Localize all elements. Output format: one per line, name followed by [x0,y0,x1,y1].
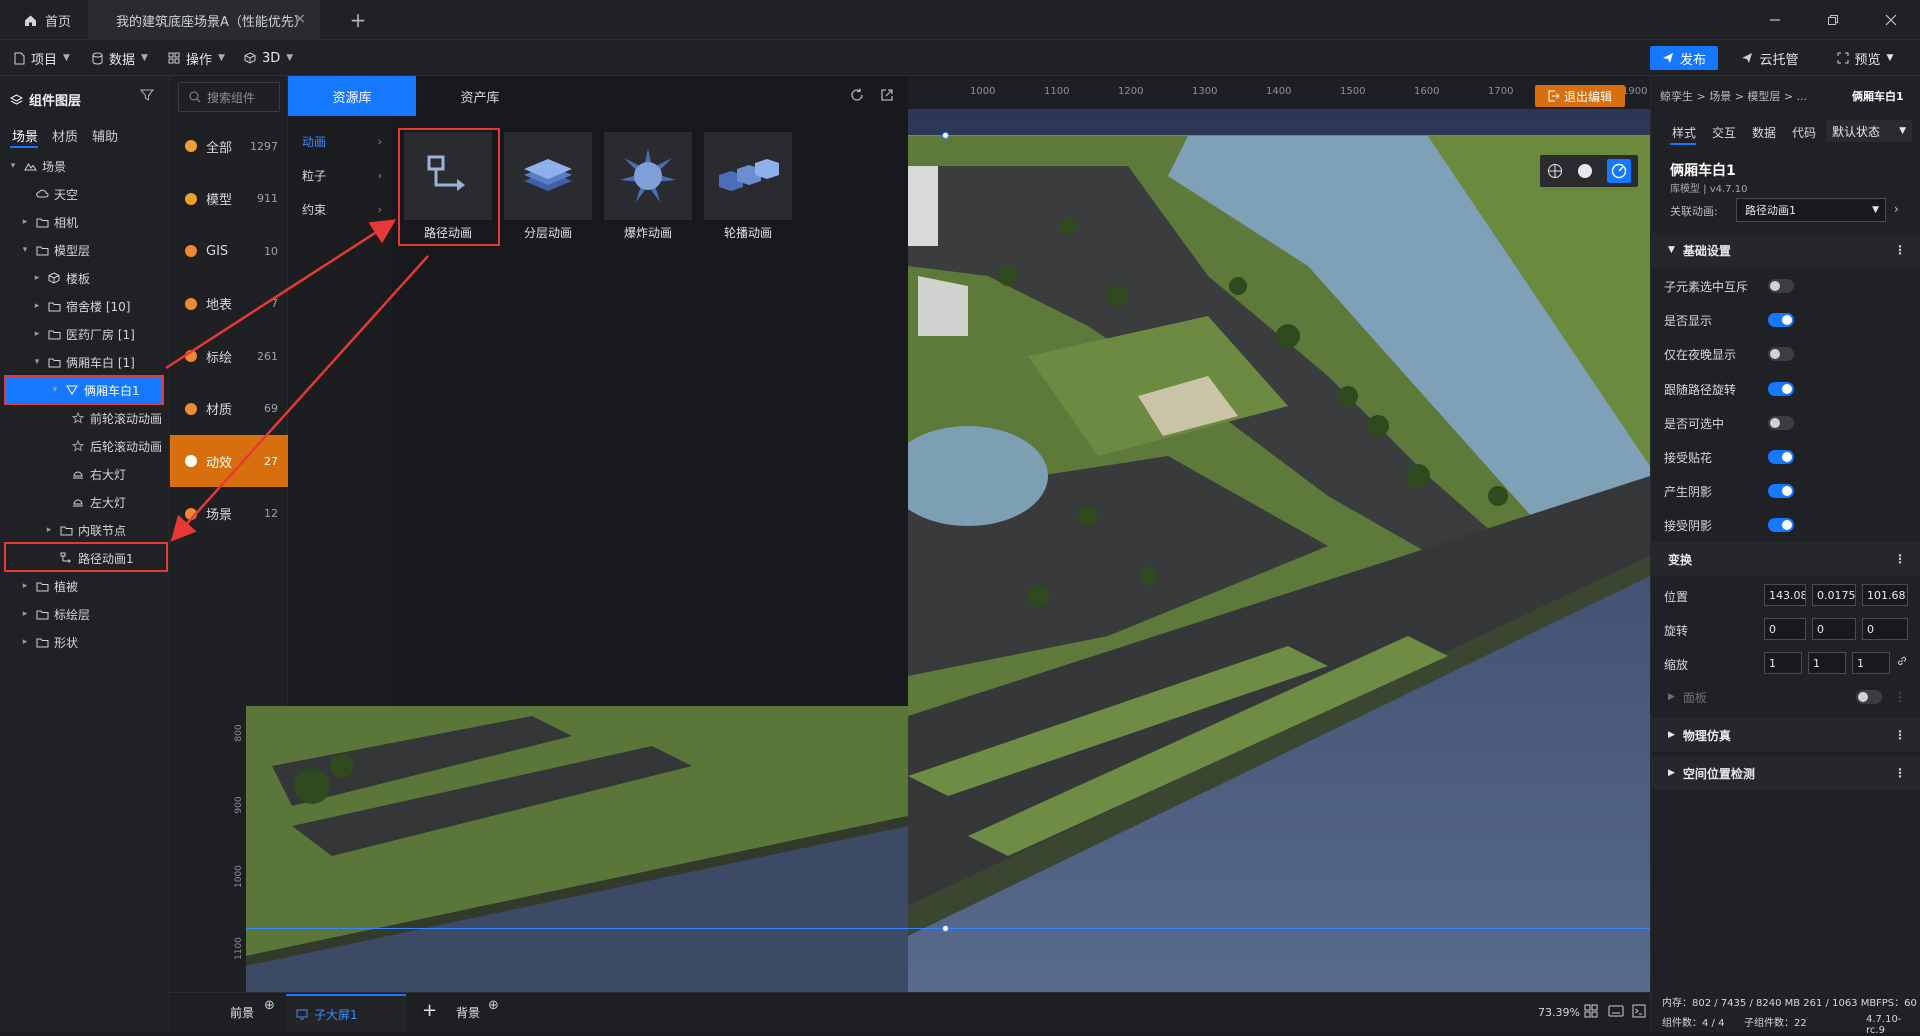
add-background-icon[interactable]: ⊕ [488,998,499,1013]
more-icon[interactable]: ⋮ [1894,690,1906,704]
linked-animation-value: 路径动画1 [1745,204,1796,217]
toggle-label: 子元素选中互斥 [1664,280,1749,294]
more-icon[interactable]: ⋮ [1894,728,1906,742]
rotation-label: 旋转 [1664,624,1689,638]
chevron-right-icon: ▶ [1668,692,1675,702]
chevron-down-icon: ▼ [1668,245,1675,255]
add-screen-button[interactable]: + [422,1000,437,1021]
toggle-label: 接受阴影 [1664,519,1713,534]
status-children: 子组件数：22 [1744,1018,1807,1029]
status-memory: 内存：802 / 7435 / 8240 MB 261 / 1063 MB [1662,998,1877,1009]
toggle-switch[interactable] [1768,518,1794,533]
tab-sub-screen[interactable]: 子大屏1 [286,994,406,1032]
zoom-level: 73.39% [1538,1006,1580,1019]
position-z-input[interactable]: 101.681 [1862,584,1908,606]
scale-y-input[interactable]: 1 [1808,652,1846,674]
toggle-label: 跟随路径旋转 [1664,382,1737,397]
add-foreground-icon[interactable]: ⊕ [264,998,275,1013]
chevron-down-icon: ▼ [1899,126,1906,136]
prop-tab-data[interactable]: 数据 [1752,124,1776,141]
toggle-switch[interactable] [1768,484,1794,499]
chevron-right-icon: ▶ [1668,768,1675,778]
linked-animation-select[interactable]: 路径动画1 ▼ [1736,198,1886,222]
toggle-switch[interactable] [1768,313,1794,328]
section-panel[interactable]: ▶ 面板 ⋮ [1650,680,1920,714]
position-label: 位置 [1664,590,1689,604]
toggle-label: 接受贴花 [1664,451,1713,465]
toggle-label: 是否显示 [1664,314,1713,329]
sub-screen-label: 子大屏1 [314,1007,358,1022]
background-label[interactable]: 背景 [456,1004,480,1021]
toggle-switch[interactable] [1768,450,1794,464]
chevron-down-icon: ▼ [1872,205,1879,215]
position-y-input[interactable]: 0.01750 [1812,584,1856,606]
section-transform-label: 变换 [1668,552,1693,567]
more-icon[interactable]: ⋮ [1894,766,1906,780]
breadcrumb: 鲸孪生 > 场景 > 模型层 > ... [1660,90,1808,103]
section-physics-label: 物理仿真 [1682,728,1731,743]
linked-animation-label: 关联动画: [1670,205,1718,218]
rotation-z-input[interactable]: 0 [1862,618,1908,640]
monitor-icon [296,1009,308,1020]
console-icon[interactable] [1632,1004,1646,1018]
toggle-switch[interactable] [1768,381,1794,396]
toggle-label: 是否可选中 [1664,416,1725,431]
component-title: 俩厢车白1 [1670,163,1736,179]
state-select[interactable]: 默认状态 ▼ [1826,120,1912,142]
annotation-arrows [165,219,429,542]
section-panel-label: 面板 [1682,690,1707,705]
status-fps: FPS：60 [1876,998,1917,1009]
keyboard-icon[interactable] [1608,1005,1624,1017]
section-basic[interactable]: ▼ 基础设置 ⋮ [1650,233,1920,267]
scale-label: 缩放 [1664,658,1689,672]
section-transform[interactable]: 变换 ⋮ [1650,542,1920,576]
toggle-switch[interactable] [1768,415,1794,430]
panel-toggle[interactable] [1856,690,1882,704]
chevron-right-icon: ▶ [1668,730,1675,740]
position-x-input[interactable]: 143.085 [1764,584,1806,606]
scale-z-input[interactable]: 1 [1852,652,1890,674]
selected-name: 俩厢车白1 [1852,90,1904,103]
toggle-switch[interactable] [1768,347,1794,362]
section-spatial[interactable]: ▶ 空间位置检测 ⋮ [1650,756,1920,790]
status-version: 4.7.10-rc.9 [1866,1014,1902,1036]
section-spatial-label: 空间位置检测 [1682,766,1755,781]
toggle-label: 仅在夜晚显示 [1664,348,1737,363]
section-physics[interactable]: ▶ 物理仿真 ⋮ [1650,718,1920,752]
arrow-to-asset [165,219,397,370]
prop-tab-code[interactable]: 代码 [1792,124,1816,141]
more-icon[interactable]: ⋮ [1894,243,1906,257]
toggle-label: 产生阴影 [1664,485,1713,500]
section-basic-label: 基础设置 [1682,243,1731,258]
link-icon[interactable] [1896,655,1908,667]
more-icon[interactable]: ⋮ [1894,552,1906,566]
component-subtitle: 库模型 | v4.7.10 [1670,184,1748,195]
state-select-value: 默认状态 [1832,124,1881,139]
rotation-x-input[interactable]: 0 [1764,618,1806,640]
scale-x-input[interactable]: 1 [1764,652,1802,674]
prop-tab-style[interactable]: 样式 [1672,124,1696,141]
foreground-label[interactable]: 前景 [230,1004,254,1021]
prop-tab-indicator [1670,143,1696,145]
arrow-to-layer [170,255,429,542]
toggle-switch[interactable] [1768,279,1794,293]
chevron-right-icon[interactable]: › [1894,202,1899,216]
prop-tab-interaction[interactable]: 交互 [1712,124,1736,141]
status-components: 组件数：4 / 4 [1662,1018,1725,1029]
fit-screen-icon[interactable] [1584,1004,1598,1018]
rotation-y-input[interactable]: 0 [1812,618,1856,640]
